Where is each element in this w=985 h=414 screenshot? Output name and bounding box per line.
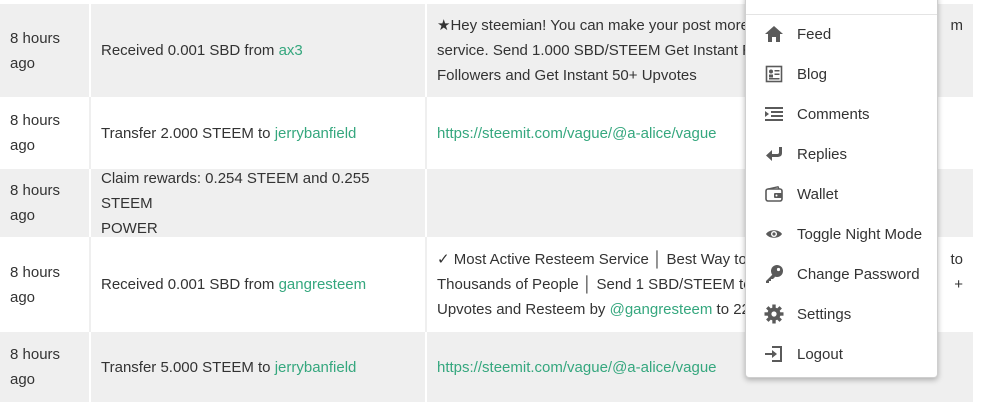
menu-item-label: Wallet [797,185,839,203]
operation-cell: Claim rewards: 0.254 STEEM and 0.255 STE… [91,169,427,237]
reply-icon [763,143,785,165]
key-icon [763,263,785,285]
memo-text: m [950,17,964,34]
memo-text: ✓ Most Active Resteem Service │ Best Way… [437,251,761,268]
menu-item-logout[interactable]: Logout [746,334,937,374]
menu-item-settings[interactable]: Settings [746,294,937,334]
menu-item-blog[interactable]: Blog [746,54,937,94]
menu-item-change-password[interactable]: Change Password [746,254,937,294]
memo-text: + [954,276,963,293]
time-text: 8 hours [10,263,61,281]
menu-item-wallet[interactable]: Wallet [746,174,937,214]
operation-cell: Received 0.001 SBD from ax3 [91,4,427,97]
menu-item-label: Toggle Night Mode [797,225,923,243]
account-link[interactable]: jerrybanfield [275,125,357,142]
time-text: 8 hours [10,182,61,199]
time-text: ago [10,207,36,224]
operation-text: Received 0.001 SBD from [101,42,279,59]
memo-link[interactable]: https://steemit.com/vague/@a-alice/vague [437,121,717,146]
account-link[interactable]: ax3 [279,42,303,59]
time-text: 8 hours [10,346,61,363]
operation-text: Transfer 2.000 STEEM to [101,124,275,142]
memo-link[interactable]: https://steemit.com/vague/@a-alice/vague [437,355,717,380]
operation-text: Claim rewards: 0.254 STEEM and 0.255 STE… [101,169,370,212]
time-cell: 8 hours ago [0,97,91,169]
operation-cell: Transfer 2.000 STEEM to jerrybanfield [91,97,427,169]
time-text: ago [10,371,36,388]
menu-item-label: Change Password [797,265,920,283]
menu-item-comments[interactable]: Comments [746,94,937,134]
operation-text: Transfer 5.000 STEEM to [101,358,275,376]
gear-icon [763,303,785,325]
logout-icon [763,343,785,365]
memo-text: to [950,251,963,268]
home-icon [763,23,785,45]
menu-item-label: Logout [797,345,843,363]
time-text: ago [10,137,36,154]
blog-icon [763,63,785,85]
menu-item-label: Blog [797,65,828,83]
operation-cell: Transfer 5.000 STEEM to jerrybanfield [91,332,427,402]
time-cell: 8 hours ago [0,4,91,97]
menu-item-label: Feed [797,25,832,43]
memo-text: Upvotes and Resteem by [437,301,610,318]
time-text: ago [10,54,36,72]
wallet-icon [763,183,785,205]
time-cell: 8 hours ago [0,332,91,402]
menu-item-feed[interactable]: Feed [746,14,937,54]
comments-icon [763,103,785,125]
memo-text: ★Hey steemian! You can make your post mo… [437,17,749,34]
memo-account-link[interactable]: @gangresteem [610,301,713,318]
operation-text: POWER [101,219,158,237]
account-link[interactable]: gangresteem [279,276,367,293]
time-text: 8 hours [10,112,61,129]
menu-item-label: Settings [797,305,852,323]
time-cell: 8 hours ago [0,237,91,332]
menu-item-toggle-night-mode[interactable]: Toggle Night Mode [746,214,937,254]
menu-item-replies[interactable]: Replies [746,134,937,174]
memo-text: Thousands of People │ Send 1 SBD/STEEM t… [437,276,756,293]
eye-icon [763,223,785,245]
user-dropdown-menu: Feed Blog Comments Replies Wallet Toggle… [745,0,938,378]
time-text: ago [10,288,36,306]
time-text: 8 hours [10,29,61,47]
operation-cell: Received 0.001 SBD from gangresteem [91,237,427,332]
menu-item-label: Comments [797,105,870,123]
account-link[interactable]: jerrybanfield [275,359,357,376]
menu-item-label: Replies [797,145,848,163]
operation-text: Received 0.001 SBD from [101,276,279,293]
time-cell: 8 hours ago [0,169,91,237]
